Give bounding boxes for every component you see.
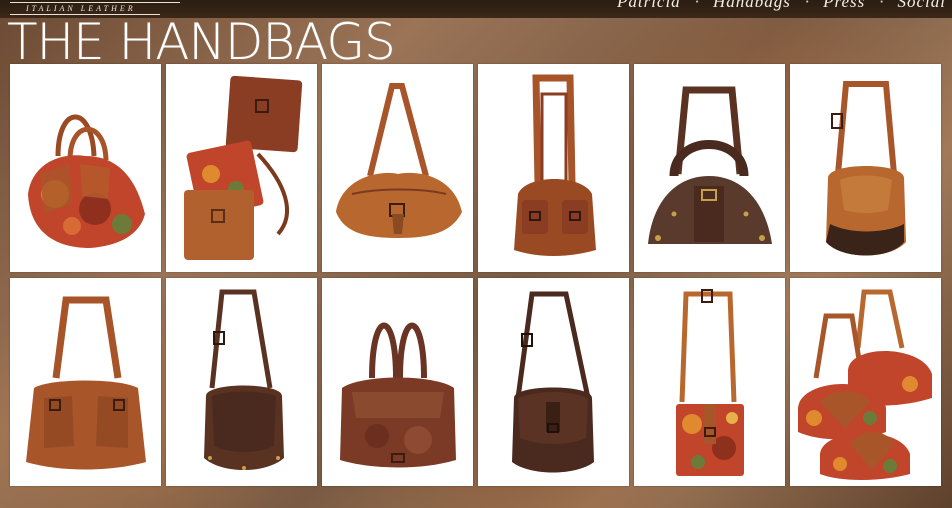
floral-frame-bags-icon (798, 289, 932, 480)
handbag-tile-12[interactable] (790, 278, 941, 486)
nav-separator: · (694, 0, 699, 11)
dark-flap-bag-icon (512, 291, 594, 473)
handbag-tile-4[interactable] (478, 64, 629, 272)
handbag-tile-5[interactable] (634, 64, 785, 272)
brown-frame-satchel-icon (648, 86, 772, 244)
nav-separator: · (804, 0, 810, 11)
tan-saddle-bag-icon (826, 81, 906, 256)
logo-rule-top (10, 2, 180, 3)
handbag-tile-2[interactable] (166, 64, 317, 272)
handbag-tile-9[interactable] (322, 278, 473, 486)
brown-messenger-bag-icon (204, 289, 284, 470)
main-nav: Patricia · Handbags · Press · Social (617, 0, 946, 12)
floral-crossbody-bag-icon (676, 289, 744, 476)
handbag-tile-8[interactable] (166, 278, 317, 486)
handbag-tile-10[interactable] (478, 278, 629, 486)
nav-item-patricia[interactable]: Patricia (617, 0, 681, 12)
nav-item-handbags[interactable]: Handbags (713, 0, 791, 12)
cognac-hobo-bag-icon (336, 83, 462, 238)
handbag-tile-1[interactable] (10, 64, 161, 272)
logo-tagline[interactable]: ITALIAN LEATHER (26, 4, 136, 13)
leather-shopper-bag-icon (340, 322, 456, 468)
handbag-tile-7[interactable] (10, 278, 161, 486)
three-crossbody-bags-icon (184, 75, 303, 260)
nav-item-social[interactable]: Social (898, 0, 947, 12)
handbag-tile-3[interactable] (322, 64, 473, 272)
handbag-tile-6[interactable] (790, 64, 941, 272)
handbag-grid (10, 64, 941, 486)
page-title: THE HANDBAGS (7, 13, 396, 71)
pocket-tote-bag-icon (26, 296, 146, 470)
nav-item-press[interactable]: Press (823, 0, 865, 12)
pocket-shoulder-bag-icon (514, 74, 596, 256)
nav-separator: · (879, 0, 884, 11)
handbag-tile-11[interactable] (634, 278, 785, 486)
floral-duffel-bag-icon (28, 114, 145, 248)
